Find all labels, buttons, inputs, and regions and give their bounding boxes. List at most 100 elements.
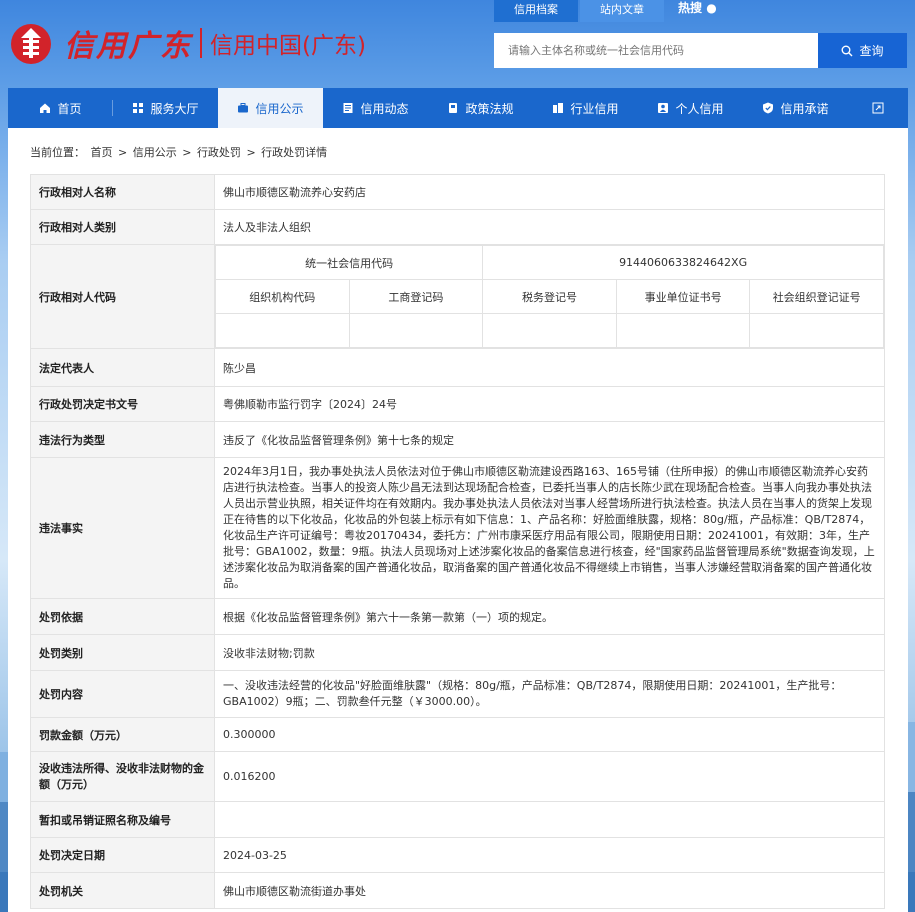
party-type-value: 法人及非法人组织 — [214, 209, 885, 245]
logo-divider — [200, 28, 202, 58]
license-suspension-value — [214, 801, 885, 838]
row-label: 法定代表人 — [30, 348, 215, 387]
nav-item-label: 行业信用 — [570, 101, 619, 116]
site-header: 信用广东 信用中国(广东) 信用档案 站内文章 热搜 ● 查询 — [0, 0, 915, 88]
table-row: 处罚内容 一、没收违法经营的化妆品"好脸面维肤露"（规格：80g/瓶，产品标准：… — [30, 670, 885, 718]
search-input[interactable] — [494, 33, 818, 68]
breadcrumb-credit-disclosure[interactable]: 信用公示 — [133, 146, 177, 159]
legal-rep-value: 陈少昌 — [214, 348, 885, 387]
breadcrumb-home[interactable]: 首页 — [91, 146, 113, 159]
nav-item-credit-disclosure[interactable]: 信用公示 — [218, 88, 323, 128]
nav-item-label: 首页 — [57, 101, 82, 116]
search-button-label: 查询 — [859, 44, 884, 58]
table-row: 行政相对人类别 法人及非法人组织 — [30, 209, 885, 245]
nav-item-home[interactable]: 首页 — [8, 88, 113, 128]
breadcrumb-separator: > — [246, 146, 256, 159]
sub-header-business-reg: 工商登记码 — [348, 279, 484, 314]
tab-site-articles[interactable]: 站内文章 — [580, 0, 664, 22]
table-row: 处罚决定日期 2024-03-25 — [30, 837, 885, 873]
tab-credit-archive[interactable]: 信用档案 — [494, 0, 578, 22]
grid-icon — [133, 103, 144, 113]
book-icon — [449, 103, 458, 113]
breadcrumb-separator: > — [182, 146, 192, 159]
row-label: 行政相对人代码 — [30, 244, 215, 349]
violation-facts-value: 2024年3月1日，我办事处执法人员依法对位于佛山市顺德区勒流建设西路163、1… — [214, 457, 885, 599]
nav-item-industry-credit[interactable]: 行业信用 — [533, 88, 638, 128]
decision-date-value: 2024-03-25 — [214, 837, 885, 873]
org-code-value — [215, 313, 350, 348]
nav-item-policy[interactable]: 政策法规 — [428, 88, 533, 128]
main-nav: 首页 服务大厅 信用公示 信用动态 政策法规 行业信用 个人信用 信用承诺 — [8, 88, 908, 128]
sub-header-social-org-cert: 社会组织登记证号 — [749, 279, 884, 314]
expand-icon — [872, 102, 884, 114]
nav-expand-button[interactable] — [848, 88, 908, 128]
usc-code-value: 9144060633824642XG — [482, 245, 884, 280]
breadcrumb-separator: > — [118, 146, 128, 159]
party-name-value: 佛山市顺德区勒流养心安药店 — [214, 174, 885, 210]
table-row: 处罚依据 根据《化妆品监督管理条例》第六十一条第一款第（一）项的规定。 — [30, 598, 885, 635]
penalty-category-value: 没收非法财物;罚款 — [214, 634, 885, 671]
nav-item-credit-commitment[interactable]: 信用承诺 — [743, 88, 848, 128]
nav-item-label: 个人信用 — [675, 101, 724, 116]
row-label: 处罚内容 — [30, 670, 215, 718]
row-label: 处罚机关 — [30, 872, 215, 909]
table-row: 违法行为类型 违反了《化妆品监督管理条例》第十七条的规定 — [30, 421, 885, 458]
search-type-tabs: 信用档案 站内文章 热搜 ● — [494, 0, 717, 22]
breadcrumb-admin-penalty[interactable]: 行政处罚 — [197, 146, 241, 159]
hot-search-label: 热搜 — [678, 1, 703, 15]
table-row: 行政相对人代码 统一社会信用代码 9144060633824642XG 组织机构… — [30, 244, 885, 349]
briefcase-icon — [238, 103, 249, 113]
party-code-subtable: 统一社会信用代码 9144060633824642XG 组织机构代码 工商登记码… — [214, 245, 884, 348]
nav-item-personal-credit[interactable]: 个人信用 — [638, 88, 743, 128]
penalty-detail-table: 行政相对人名称 佛山市顺德区勒流养心安药店 行政相对人类别 法人及非法人组织 行… — [30, 174, 885, 909]
institution-cert-value — [615, 313, 751, 348]
logo-emblem-icon — [11, 24, 51, 64]
row-label: 暂扣或吊销证照名称及编号 — [30, 801, 215, 838]
fine-amount-value: 0.300000 — [214, 717, 885, 752]
search-bar: 查询 — [494, 33, 915, 68]
confiscated-amount-value: 0.016200 — [214, 751, 885, 802]
person-icon — [658, 103, 669, 113]
party-code-cell: 统一社会信用代码 9144060633824642XG 组织机构代码 工商登记码… — [214, 244, 885, 349]
row-label: 没收违法所得、没收非法财物的金额（万元） — [30, 751, 215, 802]
penalty-basis-value: 根据《化妆品监督管理条例》第六十一条第一款第（一）项的规定。 — [214, 598, 885, 635]
table-row: 行政相对人名称 佛山市顺德区勒流养心安药店 — [30, 174, 885, 210]
row-label: 处罚决定日期 — [30, 837, 215, 873]
table-row: 行政处罚决定书文号 粤佛顺勒市监行罚字〔2024〕24号 — [30, 386, 885, 422]
home-icon — [40, 103, 51, 113]
nav-item-label: 服务大厅 — [150, 101, 199, 116]
logo-script-text: 信用广东 — [64, 29, 192, 64]
hot-search-link[interactable]: 热搜 ● — [678, 0, 717, 22]
breadcrumb: 当前位置： 首页 > 信用公示 > 行政处罚 > 行政处罚详情 — [29, 144, 328, 160]
nav-item-label: 信用公示 — [255, 101, 304, 116]
table-row: 没收违法所得、没收非法财物的金额（万元） 0.016200 — [30, 751, 885, 802]
shield-icon — [763, 102, 774, 114]
nav-item-label: 信用承诺 — [780, 101, 829, 116]
nav-item-credit-news[interactable]: 信用动态 — [323, 88, 428, 128]
sub-header-tax-reg: 税务登记号 — [482, 279, 617, 314]
table-row: 暂扣或吊销证照名称及编号 — [30, 801, 885, 838]
sub-header-org-code: 组织机构代码 — [215, 279, 350, 314]
news-icon — [343, 103, 353, 113]
search-button[interactable]: 查询 — [818, 33, 907, 68]
content-panel: 当前位置： 首页 > 信用公示 > 行政处罚 > 行政处罚详情 行政相对人名称 … — [8, 128, 908, 912]
site-logo[interactable]: 信用广东 信用中国(广东) — [8, 20, 366, 66]
usc-code-label: 统一社会信用代码 — [214, 245, 484, 280]
tax-reg-value — [482, 313, 617, 348]
social-org-cert-value — [749, 313, 884, 348]
building-icon — [553, 103, 564, 113]
nav-item-label: 政策法规 — [465, 101, 514, 116]
table-row: 法定代表人 陈少昌 — [30, 348, 885, 387]
nav-item-service-hall[interactable]: 服务大厅 — [113, 88, 218, 128]
table-row: 处罚机关 佛山市顺德区勒流街道办事处 — [30, 872, 885, 909]
decision-doc-no-value: 粤佛顺勒市监行罚字〔2024〕24号 — [214, 386, 885, 422]
sub-header-institution-cert: 事业单位证书号 — [615, 279, 751, 314]
logo-title: 信用中国(广东) — [210, 33, 366, 59]
table-row: 罚款金额（万元） 0.300000 — [30, 717, 885, 752]
row-label: 违法事实 — [30, 457, 215, 599]
business-reg-value — [348, 313, 484, 348]
violation-type-value: 违反了《化妆品监督管理条例》第十七条的规定 — [214, 421, 885, 458]
violation-facts-text: 2024年3月1日，我办事处执法人员依法对位于佛山市顺德区勒流建设西路163、1… — [223, 465, 875, 590]
row-label: 行政相对人类别 — [30, 209, 215, 245]
row-label: 罚款金额（万元） — [30, 717, 215, 752]
